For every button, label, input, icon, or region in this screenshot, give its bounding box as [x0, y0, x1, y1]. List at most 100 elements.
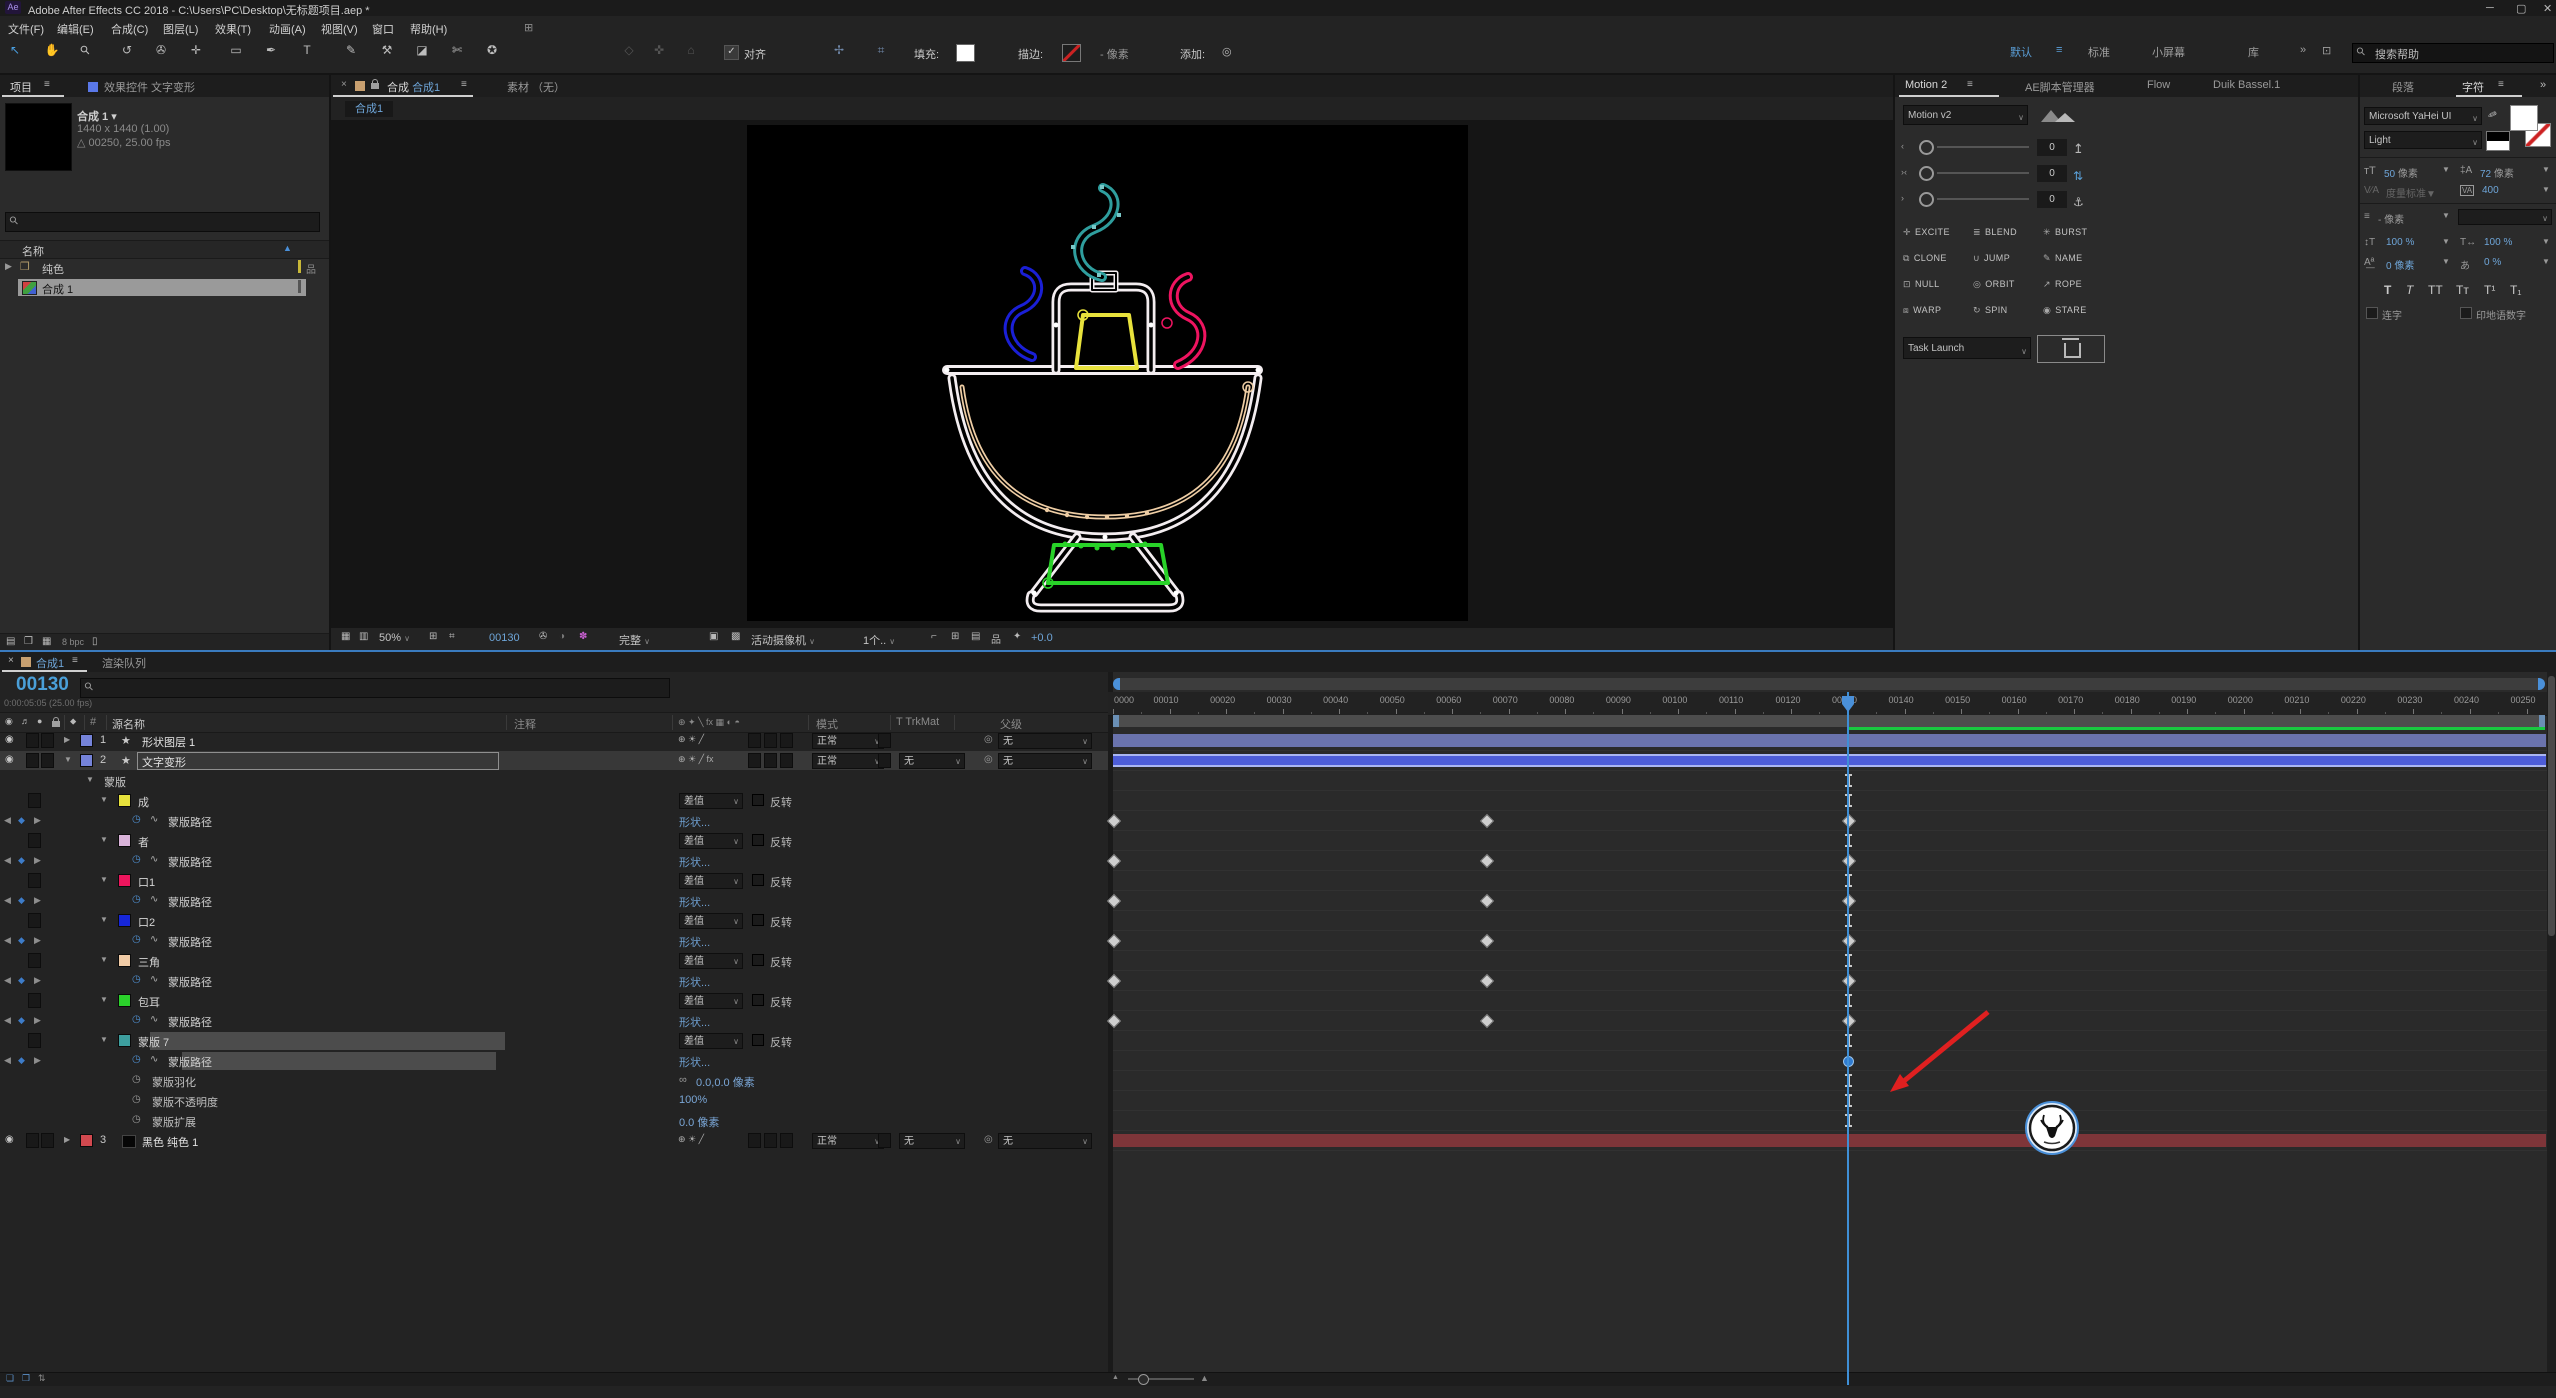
- layer-color-swatch[interactable]: [80, 734, 93, 747]
- add-keyframe-button[interactable]: ◆: [18, 1015, 25, 1026]
- quality-cell[interactable]: [748, 733, 761, 748]
- shape-value-link[interactable]: 形状...: [679, 974, 710, 990]
- workspace-tab-2[interactable]: 小屏幕: [2152, 44, 2185, 60]
- delete-task-button[interactable]: [2037, 335, 2105, 363]
- video-cell[interactable]: [28, 793, 41, 808]
- prev-keyframe-button[interactable]: ◀: [4, 895, 11, 906]
- layer-switches[interactable]: ⊕ ☀ ╱: [678, 1134, 704, 1145]
- pickwhip-icon[interactable]: ◎: [984, 734, 993, 745]
- mode-header[interactable]: 模式: [816, 716, 838, 732]
- motion-slider-knob-0[interactable]: [1919, 140, 1934, 155]
- stopwatch-icon[interactable]: ◷: [132, 814, 141, 825]
- workspace-tab-3[interactable]: 库: [2248, 44, 2259, 60]
- property-name[interactable]: 蒙版羽化: [152, 1074, 196, 1090]
- workspace-gear-icon[interactable]: ⊡: [2322, 44, 2331, 57]
- stopwatch-icon[interactable]: ◷: [132, 1114, 141, 1125]
- tab-composition[interactable]: 合成 合成1: [387, 79, 440, 95]
- graph-icon[interactable]: ∿: [150, 854, 158, 865]
- preserve-cell[interactable]: [878, 753, 891, 768]
- effect-cell[interactable]: [764, 733, 777, 748]
- video-cell[interactable]: [28, 953, 41, 968]
- roi-icon[interactable]: ▣: [709, 631, 718, 642]
- zoom-tool[interactable]: ⚲: [74, 39, 97, 62]
- sort-arrow-icon[interactable]: ▲: [283, 243, 292, 253]
- timeline-vscrollbar[interactable]: [2547, 672, 2556, 1372]
- navigator-left-handle[interactable]: [1113, 678, 1120, 690]
- track-mask-icon[interactable]: ⌂: [682, 43, 700, 57]
- faux-bold-button[interactable]: T: [2384, 283, 2391, 297]
- align-checkbox[interactable]: ✓: [724, 45, 739, 60]
- prev-keyframe-button[interactable]: ◀: [4, 815, 11, 826]
- motion-slider-track-2[interactable]: [1937, 198, 2029, 200]
- magnification-select[interactable]: 50% ∨: [379, 632, 410, 644]
- work-area-end-handle[interactable]: [2539, 715, 2545, 727]
- small-caps-button[interactable]: Tᴛ: [2456, 283, 2469, 297]
- panel-overflow-icon[interactable]: »: [2540, 79, 2546, 91]
- property-name[interactable]: 蒙版不透明度: [152, 1094, 218, 1110]
- motion-tab-menu-icon[interactable]: ≡: [1967, 79, 1973, 90]
- workspace-tab-menu-icon[interactable]: ≡: [2056, 44, 2062, 56]
- stroke-width-dropdown[interactable]: ▼: [2442, 211, 2450, 220]
- property-value[interactable]: 100%: [679, 1094, 707, 1106]
- motion-slider-value-1[interactable]: 0: [2037, 165, 2067, 182]
- collapse-icon[interactable]: ▼: [100, 835, 108, 844]
- selection-tool[interactable]: ↖: [6, 43, 24, 57]
- tracking-dropdown[interactable]: ▼: [2542, 185, 2550, 194]
- font-style-select[interactable]: Light ∨: [2364, 131, 2482, 149]
- tab-footage[interactable]: 素材 （无）: [507, 79, 565, 95]
- graph-icon[interactable]: ∿: [150, 934, 158, 945]
- stopwatch-icon[interactable]: ◷: [132, 974, 141, 985]
- collapse-icon[interactable]: ▼: [100, 995, 108, 1004]
- ligatures-checkbox[interactable]: [2366, 307, 2378, 319]
- timeline-zoom-slider[interactable]: [1128, 1374, 1194, 1385]
- collapse-icon[interactable]: ▼: [100, 875, 108, 884]
- property-value[interactable]: 0.0 像素: [679, 1114, 719, 1130]
- baseline-value[interactable]: 0 像素: [2386, 257, 2414, 272]
- prev-keyframe-button[interactable]: ◀: [4, 1015, 11, 1026]
- graph-cell[interactable]: [1113, 991, 2547, 1011]
- mask-color-swatch[interactable]: [118, 1034, 131, 1047]
- project-bpc-label[interactable]: 8 bpc: [62, 637, 84, 647]
- close-tab-icon[interactable]: ×: [8, 655, 14, 666]
- property-name[interactable]: 蒙版路径: [168, 974, 212, 990]
- project-row-合成 1[interactable]: 合成 1: [0, 278, 329, 297]
- warp-button[interactable]: ⧈ WARP: [1903, 305, 1969, 321]
- always-preview-icon[interactable]: ▦: [341, 631, 350, 642]
- stopwatch-icon[interactable]: ◷: [132, 1074, 141, 1085]
- expand-transfer-icon[interactable]: ❐: [22, 1373, 30, 1384]
- motion-slider-track-1[interactable]: [1937, 172, 2029, 174]
- current-timecode[interactable]: 00130: [16, 674, 69, 696]
- mask-name[interactable]: 包耳: [138, 994, 160, 1010]
- graph-cell[interactable]: [1113, 851, 2547, 871]
- prev-keyframe-button[interactable]: ◀: [4, 975, 11, 986]
- project-row-纯色[interactable]: ▶ ❒ 纯色 品: [0, 258, 329, 277]
- mask-color-swatch[interactable]: [118, 794, 131, 807]
- label-color-chip[interactable]: [298, 260, 301, 273]
- menu-0[interactable]: 文件(F): [8, 21, 44, 37]
- mask-color-swatch[interactable]: [118, 834, 131, 847]
- audio-cell[interactable]: [26, 1133, 39, 1148]
- tab-project[interactable]: 项目: [10, 79, 32, 95]
- quality-cell[interactable]: [748, 1133, 761, 1148]
- mask-mode-select[interactable]: 差值 ∨: [679, 833, 743, 849]
- video-cell[interactable]: [28, 913, 41, 928]
- motionblur-cell[interactable]: [780, 733, 793, 748]
- project-comp-name[interactable]: 合成 1 ▾: [77, 108, 117, 124]
- help-search-input[interactable]: ⚲ 搜索帮助: [2352, 43, 2554, 63]
- graph-cell[interactable]: [1113, 791, 2547, 811]
- slider-chevron-1[interactable]: ›‹: [1901, 167, 1907, 177]
- mountains-icon[interactable]: [2040, 105, 2076, 123]
- layer-color-swatch[interactable]: [80, 1134, 93, 1147]
- exposure-value[interactable]: +0.0: [1031, 632, 1053, 644]
- mask-mode-select[interactable]: 差值 ∨: [679, 873, 743, 889]
- next-keyframe-button[interactable]: ▶: [34, 975, 41, 986]
- roto-brush-tool[interactable]: ✄: [448, 43, 466, 57]
- font-family-select[interactable]: Microsoft YaHei UI ∨: [2364, 107, 2482, 125]
- layer-switches[interactable]: ⊕ ☀ ╱: [678, 734, 704, 745]
- layer-duration-bar[interactable]: [1113, 1134, 2546, 1147]
- resolution-select[interactable]: 完整 ∨: [619, 632, 650, 648]
- graph-cell[interactable]: [1113, 831, 2547, 851]
- blend-button[interactable]: ≣ BLEND: [1973, 227, 2039, 243]
- fill-swatch[interactable]: [956, 44, 975, 62]
- clone-stamp-tool[interactable]: ⚒: [378, 43, 396, 57]
